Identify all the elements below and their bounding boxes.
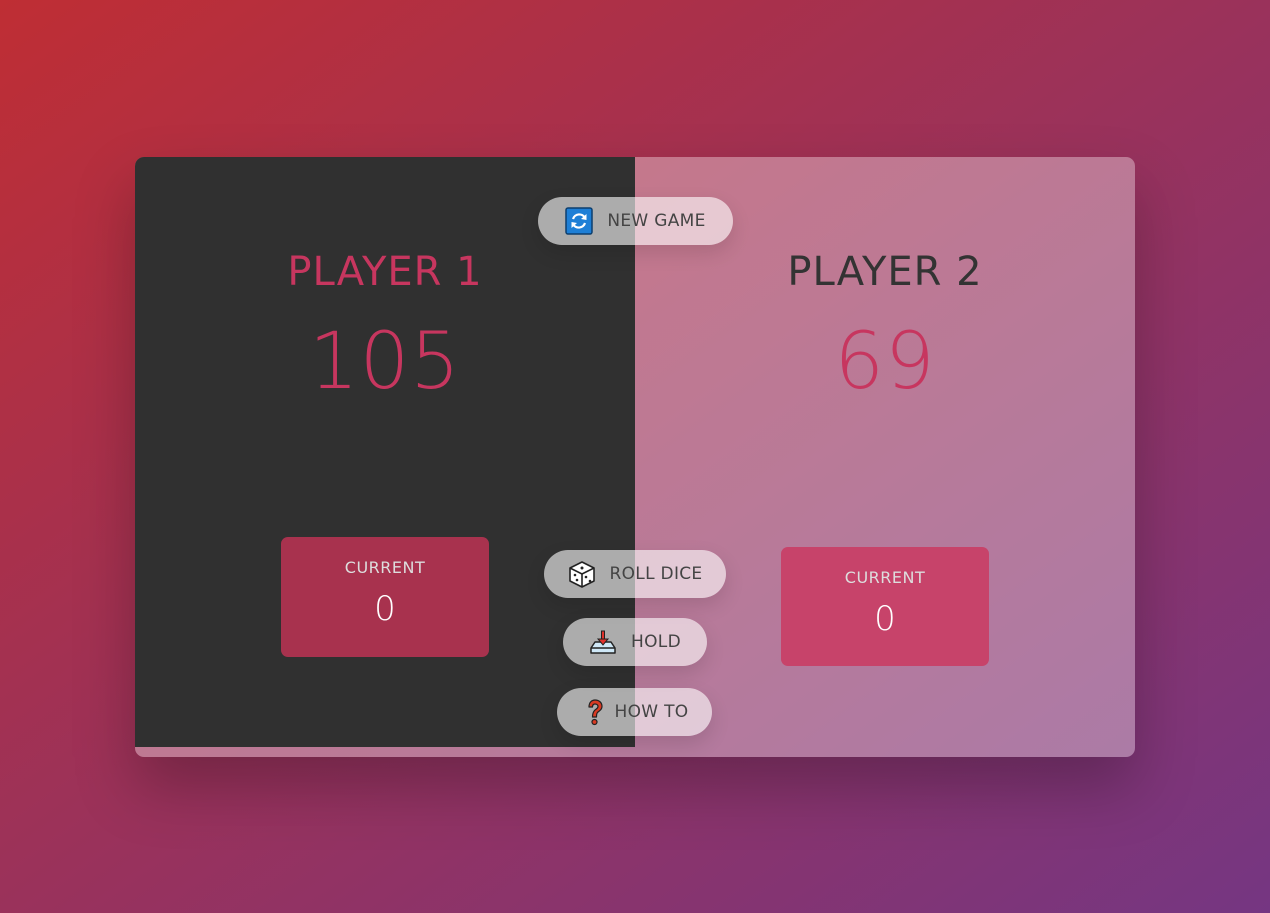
hold-label: HOLD [631,632,681,652]
new-game-label: NEW GAME [607,211,706,231]
roll-dice-button[interactable]: ROLL DICE [544,550,726,598]
player-1-score: 105 [309,317,461,407]
new-game-button[interactable]: NEW GAME [538,197,733,245]
game-board: PLAYER 1 105 CURRENT 0 PLAYER 2 69 CURRE… [135,157,1135,757]
player-2-panel: PLAYER 2 69 CURRENT 0 [635,157,1135,757]
player-1-current-score: 0 [374,589,396,629]
refresh-icon [565,207,594,235]
how-to-button[interactable]: HOW TO [557,688,712,736]
player-1-current-box: CURRENT 0 [281,537,489,657]
roll-dice-label: ROLL DICE [609,564,703,584]
player-2-current-label: CURRENT [844,568,926,587]
hold-icon [589,628,617,656]
player-2-current-score: 0 [874,599,896,639]
player-2-current-box: CURRENT 0 [781,547,989,666]
how-to-label: HOW TO [614,702,689,722]
question-icon [581,698,609,726]
player-1-panel: PLAYER 1 105 CURRENT 0 [135,157,635,747]
player-2-name: PLAYER 2 [787,249,983,295]
dice-icon [568,560,596,588]
player-1-current-label: CURRENT [344,558,426,577]
player-2-score: 69 [834,317,936,407]
hold-button[interactable]: HOLD [563,618,707,666]
player-1-name: PLAYER 1 [287,249,483,295]
